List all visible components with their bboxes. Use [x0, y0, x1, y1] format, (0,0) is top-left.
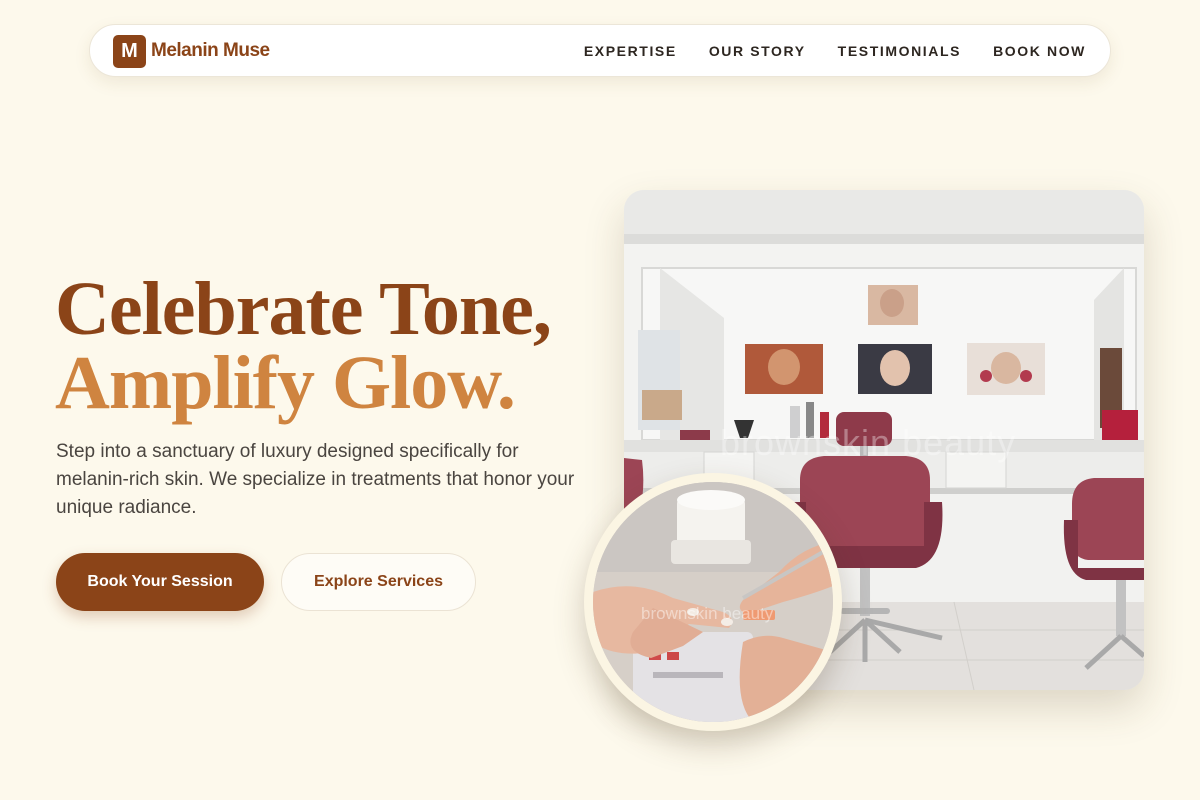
nav-link-expertise[interactable]: EXPERTISE [584, 42, 677, 60]
salon-watermark: brownskin beauty [720, 422, 1017, 463]
book-session-button[interactable]: Book Your Session [56, 553, 264, 611]
headline-line-2: Amplify Glow. [55, 341, 516, 425]
hero-subtext: Step into a sanctuary of luxury designed… [56, 441, 575, 518]
nav-link-testimonials[interactable]: TESTIMONIALS [838, 42, 961, 60]
manicure-image-frame: brownskin beauty [584, 473, 842, 731]
headline-line-1: Celebrate Tone, [55, 267, 552, 351]
top-navbar: M Melanin Muse EXPERTISE OUR STORY TESTI… [89, 24, 1111, 77]
explore-services-button[interactable]: Explore Services [281, 553, 476, 611]
nav-links: EXPERTISE OUR STORY TESTIMONIALS BOOK NO… [584, 42, 1086, 60]
manicure-watermark: brownskin beauty [641, 604, 774, 623]
nav-link-our-story[interactable]: OUR STORY [709, 42, 806, 60]
logo-badge[interactable]: M [113, 35, 146, 68]
nav-link-book-now[interactable]: BOOK NOW [993, 42, 1086, 60]
brand-name[interactable]: Melanin Muse [151, 39, 270, 63]
manicure-image: brownskin beauty [593, 482, 833, 722]
hero-headline: Celebrate Tone, Amplify Glow. [55, 267, 552, 425]
